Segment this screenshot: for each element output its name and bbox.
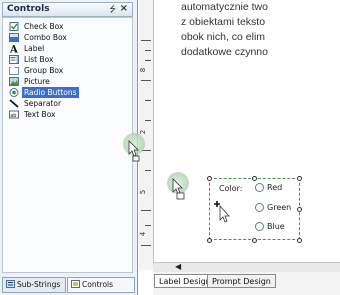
tab-sub-strings[interactable]: Sub-Strings [2,277,66,293]
item-label: Check Box [24,22,64,31]
tab-label: Label Design [159,277,211,286]
controls-list: Check Box Combo Box A Label List Box Gro… [2,17,133,273]
text-line: obok nich, co elim [181,31,266,43]
controls-panel: Controls ⭍ × Check Box Combo Box A Label [0,0,138,295]
svg-text:A: A [9,45,18,54]
tab-label: Sub-Strings [17,280,61,289]
resize-handle[interactable] [297,207,302,212]
ruler-number: 4 [139,231,148,237]
separator-icon [9,99,19,108]
ruler-tick [145,60,151,61]
textbox-icon: ab [9,110,19,119]
resize-handle[interactable] [207,238,212,243]
radio-label: Blue [267,222,285,231]
tab-label: Controls [82,280,114,289]
radio-label: Red [267,183,283,192]
ruler-tick [145,50,151,51]
ruler-tick [145,120,151,121]
item-label: Group Box [24,66,64,75]
text-line: z obiektami teksto [181,16,266,28]
item-label: Radio Buttons [22,87,79,98]
tab-controls[interactable]: Controls [67,277,135,293]
item-label: Combo Box [24,33,67,42]
sub-strings-icon [6,280,15,288]
resize-handle[interactable] [297,238,302,243]
color-label: Color: [219,184,243,193]
svg-text:ab: ab [10,113,16,119]
ruler-tick [141,210,151,211]
item-label: Picture [24,77,50,86]
groupbox-icon [9,66,19,75]
ruler-tick [141,245,151,246]
text-line: automatycznie two [181,1,268,13]
ruler-tick [141,80,151,81]
item-label: Separator [24,99,62,108]
arrow-cursor-icon [172,178,185,200]
scroll-left-icon[interactable]: ◀ [175,262,181,271]
text-line: dodatkowe czynno [181,46,268,58]
panel-title: Controls [7,4,50,14]
picture-icon [9,77,19,86]
resize-handle[interactable] [297,176,302,181]
ruler-tick [145,225,151,226]
close-icon[interactable]: × [120,3,128,14]
document-text: automatycznie two z obiektami teksto obo… [181,0,340,60]
ruler-number: 2 [139,129,148,135]
item-label: Label [24,44,45,53]
radio-option-green[interactable]: Green [255,203,291,212]
resize-handle[interactable] [252,238,257,243]
radio-icon [9,88,19,97]
combobox-icon [9,33,19,42]
document-tabs: Label Design Prompt Design [153,272,340,295]
resize-handle[interactable] [252,176,257,181]
panel-bottom-tabs: Sub-Strings Controls [2,277,136,293]
panel-header: Controls ⭍ × [2,2,133,17]
ruler-tick [145,100,151,101]
radio-label: Green [267,203,292,212]
checkbox-icon [9,22,19,31]
radio-circle-icon [255,183,264,192]
ruler-tick [145,170,151,171]
ruler-number: 8 [139,67,148,73]
tab-label: Prompt Design [212,277,271,286]
controls-icon [71,280,80,288]
radio-circle-icon [255,222,264,231]
item-label: List Box [24,55,54,64]
pin-icon[interactable]: ⭍ [109,4,116,18]
label-icon: A [9,45,18,54]
item-label: Text Box [24,110,56,119]
radio-option-red[interactable]: Red [255,183,282,192]
radio-option-blue[interactable]: Blue [255,222,285,231]
listbox-icon [9,55,19,64]
ruler-number: 5 [139,189,148,195]
tab-prompt-design[interactable]: Prompt Design [207,274,276,288]
radio-circle-icon [255,203,264,212]
resize-handle[interactable] [207,176,212,181]
ruler-tick [141,40,151,41]
arrow-cursor-icon [128,140,140,162]
